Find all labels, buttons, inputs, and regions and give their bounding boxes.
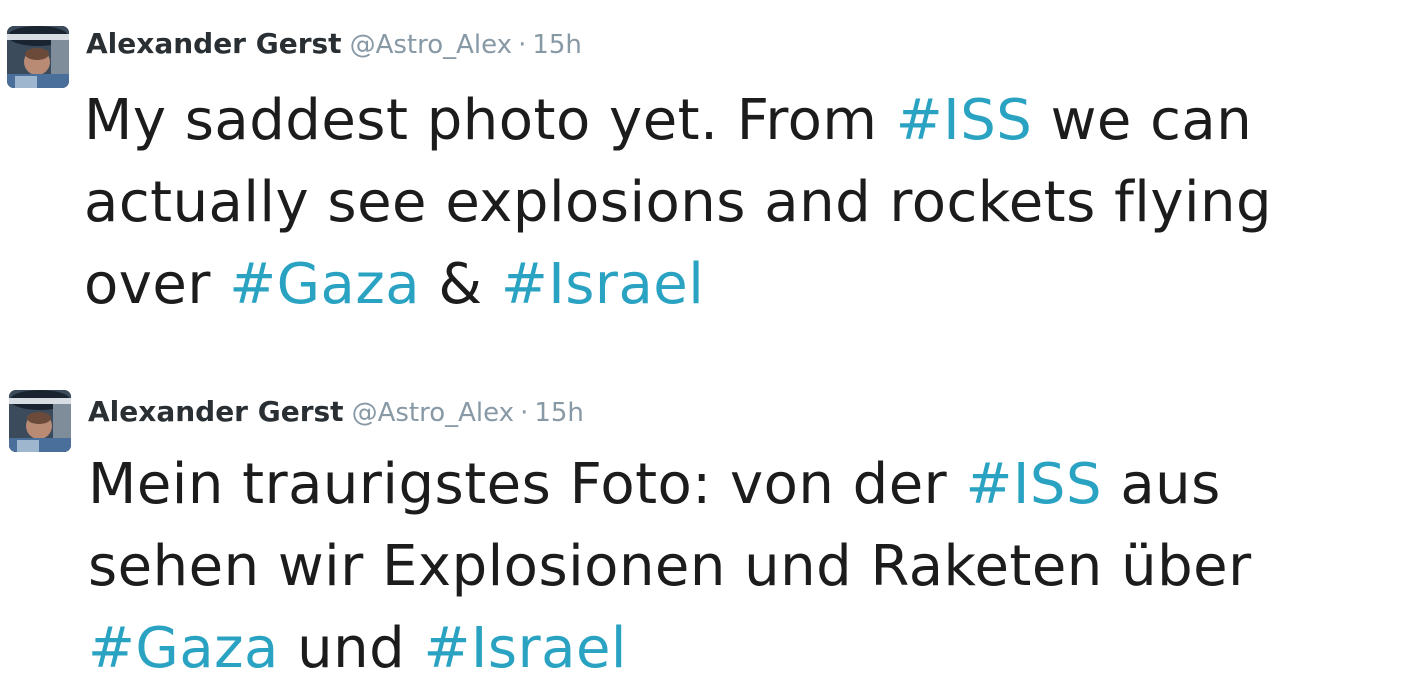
text-segment: und (278, 616, 424, 681)
meta-separator: · (518, 30, 527, 60)
avatar-photo-icon (7, 26, 69, 88)
meta-separator: · (520, 398, 529, 428)
avatar-photo-icon (9, 390, 71, 452)
tweet-header: Alexander Gerst @Astro_Alex · 15h (86, 24, 582, 64)
tweet-text: Mein traurigstes Foto: von der #ISS aus … (88, 444, 1408, 690)
hashtag-link[interactable]: #Gaza (229, 252, 420, 317)
text-segment: My saddest photo yet. From (84, 88, 896, 153)
hashtag-link[interactable]: #Israel (423, 616, 626, 681)
text-segment: Mein traurigstes Foto: von der (88, 452, 966, 517)
tweet-text-line: Mein traurigstes Foto: von der #ISS aus (88, 444, 1408, 526)
text-segment: we can (1032, 88, 1253, 153)
hashtag-link[interactable]: #ISS (965, 452, 1102, 517)
author-name[interactable]: Alexander Gerst (86, 27, 342, 60)
avatar[interactable] (9, 390, 71, 452)
avatar[interactable] (7, 26, 69, 88)
tweet-text: My saddest photo yet. From #ISS we can a… (84, 80, 1404, 326)
tweet-timestamp[interactable]: 15h (532, 30, 582, 60)
author-handle[interactable]: @Astro_Alex (350, 30, 513, 60)
tweet-timestamp[interactable]: 15h (534, 398, 584, 428)
tweet-text-line: sehen wir Explosionen und Raketen über (88, 534, 1252, 599)
text-segment: over (84, 252, 230, 317)
hashtag-link[interactable]: #Israel (501, 252, 704, 317)
author-handle[interactable]: @Astro_Alex (352, 398, 515, 428)
tweet-text-line: actually see explosions and rockets flyi… (84, 170, 1273, 235)
tweet-text-line: over #Gaza & #Israel (84, 244, 1404, 326)
tweet-header: Alexander Gerst @Astro_Alex · 15h (88, 392, 584, 432)
text-segment: aus (1102, 452, 1221, 517)
tweet-text-line: My saddest photo yet. From #ISS we can (84, 80, 1404, 162)
text-segment: & (420, 252, 501, 317)
tweet-text-line: #Gaza und #Israel (88, 608, 1408, 690)
hashtag-link[interactable]: #Gaza (88, 616, 279, 681)
hashtag-link[interactable]: #ISS (896, 88, 1033, 153)
author-name[interactable]: Alexander Gerst (88, 395, 344, 428)
